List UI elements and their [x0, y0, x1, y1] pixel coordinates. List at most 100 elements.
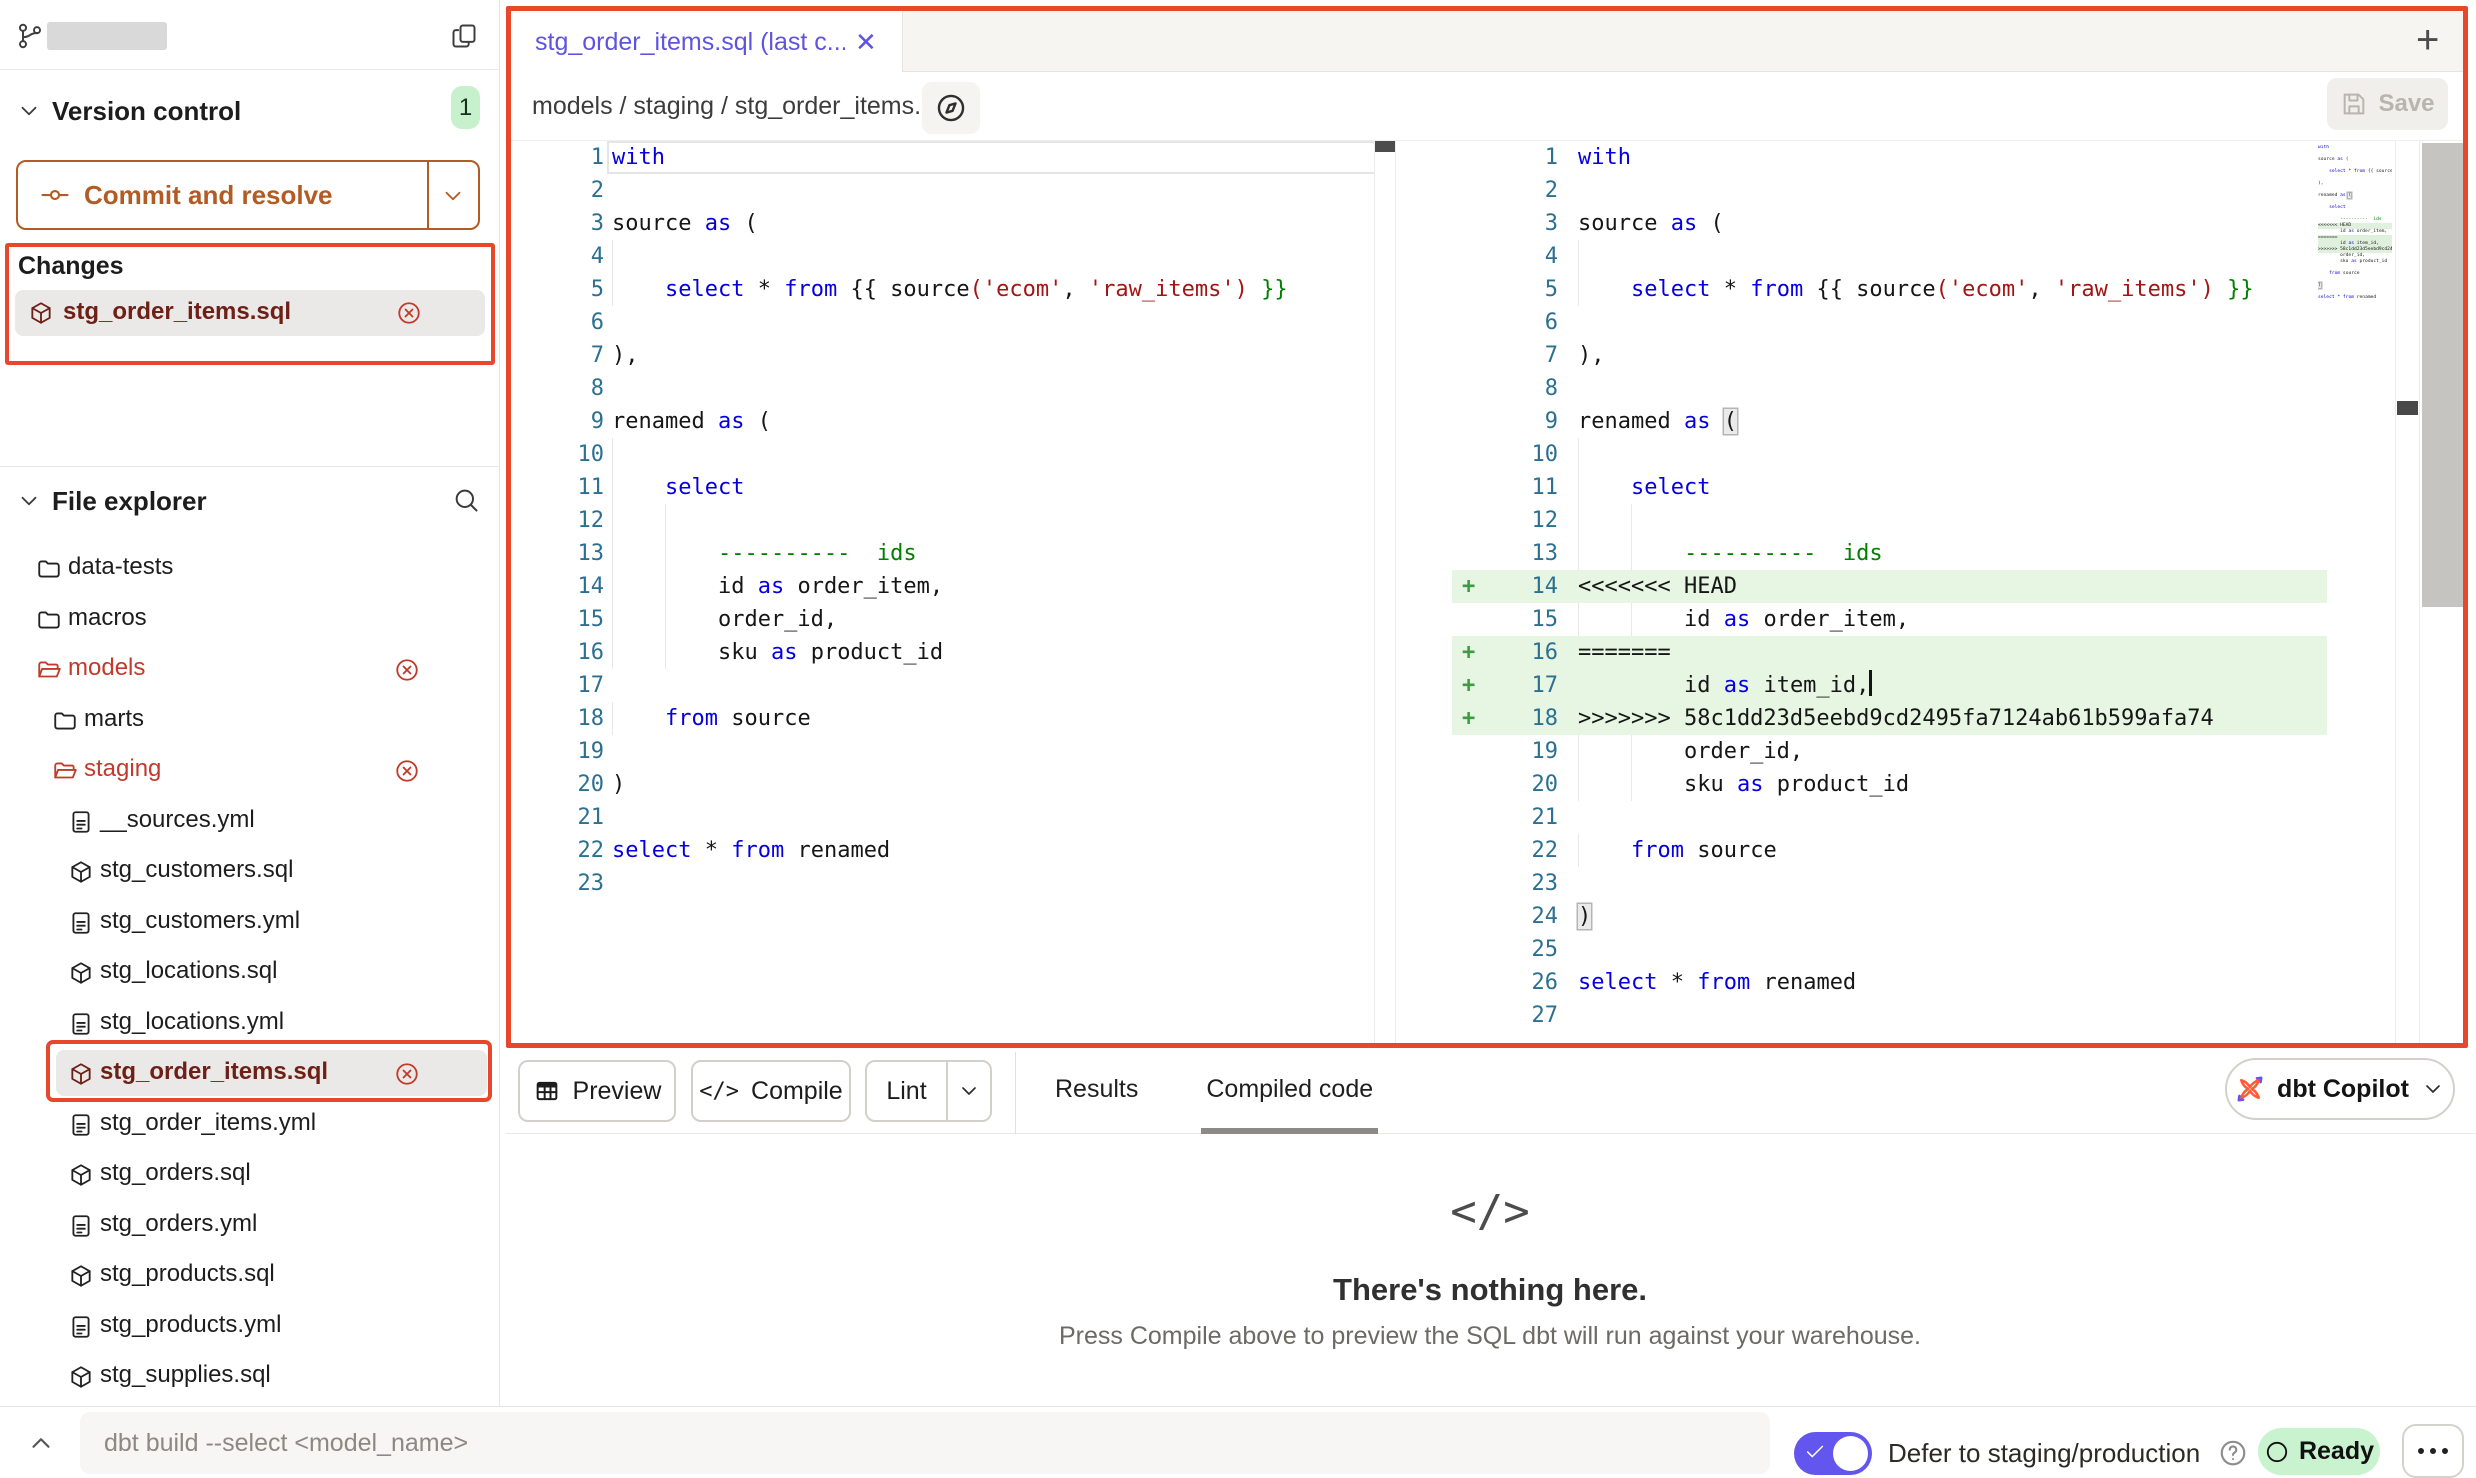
code-line-22[interactable]: 22 from source: [1452, 834, 2395, 867]
defer-toggle[interactable]: [1794, 1432, 1872, 1475]
version-control-collapse-icon[interactable]: [16, 98, 42, 124]
code-line-17[interactable]: 17: [511, 669, 1374, 702]
code-line-19[interactable]: 19: [511, 735, 1374, 768]
tab-compiled-code[interactable]: Compiled code: [1201, 1050, 1378, 1134]
code-line-11[interactable]: 11 select: [511, 471, 1374, 504]
ready-status-badge[interactable]: Ready: [2258, 1428, 2380, 1475]
code-line-8[interactable]: 8: [1452, 372, 2395, 405]
code-line-14[interactable]: 14 id as order_item,: [511, 570, 1374, 603]
code-line-9[interactable]: 9renamed as (: [1452, 405, 2395, 438]
editor-pane-left[interactable]: 1with23source as (45 select * from {{ so…: [511, 141, 1374, 900]
file-tree-item-stg_orders.sql[interactable]: stg_orders.sql: [0, 1149, 500, 1200]
code-line-2[interactable]: 2: [511, 174, 1374, 207]
code-line-4[interactable]: 4: [511, 240, 1374, 273]
code-line-5[interactable]: 5 select * from {{ source('ecom', 'raw_i…: [511, 273, 1374, 306]
code-line-13[interactable]: 13 ---------- ids: [1452, 537, 2395, 570]
file-tree-item-stg_order_items.sql[interactable]: stg_order_items.sql: [0, 1048, 500, 1099]
dbt-copilot-button[interactable]: dbt Copilot: [2225, 1058, 2455, 1120]
right-pane-scrollbar[interactable]: [2395, 141, 2420, 1043]
lineage-icon[interactable]: [922, 82, 980, 134]
discard-change-icon[interactable]: [396, 300, 422, 326]
code-line-7[interactable]: 7),: [511, 339, 1374, 372]
code-line-2[interactable]: 2: [1452, 174, 2395, 207]
code-line-16[interactable]: +16=======: [1452, 636, 2395, 669]
code-line-9[interactable]: 9renamed as (: [511, 405, 1374, 438]
compile-button[interactable]: </> Compile: [691, 1060, 851, 1122]
code-line-18[interactable]: 18 from source: [511, 702, 1374, 735]
editor-pane-right[interactable]: 1with23source as (45 select * from {{ so…: [1452, 141, 2395, 1032]
code-line-3[interactable]: 3source as (: [1452, 207, 2395, 240]
code-line-21[interactable]: 21: [511, 801, 1374, 834]
code-line-6[interactable]: 6: [1452, 306, 2395, 339]
file-tree-item-stg_products.yml[interactable]: stg_products.yml: [0, 1301, 500, 1352]
left-pane-scrollbar[interactable]: [1374, 141, 1396, 1043]
command-input[interactable]: dbt build --select <model_name>: [80, 1412, 1770, 1474]
code-line-12[interactable]: 12: [511, 504, 1374, 537]
file-tree-item-data-tests[interactable]: data-tests: [0, 543, 500, 594]
code-line-1[interactable]: 1with: [1452, 141, 2395, 174]
code-line-1[interactable]: 1with: [511, 141, 1374, 174]
save-button[interactable]: Save: [2327, 78, 2448, 130]
lint-label[interactable]: Lint: [867, 1077, 946, 1106]
lint-dropdown-icon[interactable]: [948, 1079, 990, 1103]
minimap[interactable]: with source as ( select * from {{ source…: [2318, 145, 2392, 310]
git-branch-icon[interactable]: [16, 22, 44, 50]
file-tree-item-stg_customers.sql[interactable]: stg_customers.sql: [0, 846, 500, 897]
code-line-25[interactable]: 25: [1452, 933, 2395, 966]
code-line-3[interactable]: 3source as (: [511, 207, 1374, 240]
copy-icon[interactable]: [450, 22, 478, 50]
code-line-5[interactable]: 5 select * from {{ source('ecom', 'raw_i…: [1452, 273, 2395, 306]
code-line-4[interactable]: 4: [1452, 240, 2395, 273]
tab-results[interactable]: Results: [1050, 1050, 1143, 1134]
version-control-heading[interactable]: Version control: [52, 96, 241, 127]
file-explorer-collapse-icon[interactable]: [16, 488, 42, 514]
changed-file-row[interactable]: stg_order_items.sql: [15, 290, 485, 336]
file-tree-item-stg_orders.yml[interactable]: stg_orders.yml: [0, 1200, 500, 1251]
code-line-24[interactable]: 24): [1452, 900, 2395, 933]
code-line-17[interactable]: +17 id as item_id,: [1452, 669, 2395, 702]
file-tree-item-stg_customers.yml[interactable]: stg_customers.yml: [0, 897, 500, 948]
file-tree-item-stg_locations.yml[interactable]: stg_locations.yml: [0, 998, 500, 1049]
help-icon[interactable]: [2218, 1438, 2248, 1468]
code-line-7[interactable]: 7),: [1452, 339, 2395, 372]
file-tree-item-stg_products.sql[interactable]: stg_products.sql: [0, 1250, 500, 1301]
discard-change-icon[interactable]: [394, 758, 420, 784]
file-tree-item-marts[interactable]: marts: [0, 695, 500, 746]
commit-dropdown-icon[interactable]: [440, 183, 466, 209]
file-explorer-heading[interactable]: File explorer: [52, 486, 207, 517]
code-line-26[interactable]: 26select * from renamed: [1452, 966, 2395, 999]
code-line-19[interactable]: 19 order_id,: [1452, 735, 2395, 768]
code-line-15[interactable]: 15 id as order_item,: [1452, 603, 2395, 636]
code-line-12[interactable]: 12: [1452, 504, 2395, 537]
code-line-10[interactable]: 10: [511, 438, 1374, 471]
search-icon[interactable]: [452, 486, 480, 514]
code-line-10[interactable]: 10: [1452, 438, 2395, 471]
lint-split-button[interactable]: Lint: [865, 1060, 992, 1122]
file-tree-item-models[interactable]: models: [0, 644, 500, 695]
commit-and-resolve-button[interactable]: Commit and resolve: [16, 160, 480, 230]
code-line-6[interactable]: 6: [511, 306, 1374, 339]
code-line-13[interactable]: 13 ---------- ids: [511, 537, 1374, 570]
new-tab-button[interactable]: +: [2416, 18, 2439, 63]
code-line-14[interactable]: +14<<<<<<< HEAD: [1452, 570, 2395, 603]
file-tree-item-stg_locations.sql[interactable]: stg_locations.sql: [0, 947, 500, 998]
discard-change-icon[interactable]: [394, 1061, 420, 1087]
file-tree-item-macros[interactable]: macros: [0, 594, 500, 645]
left-pane-scrollbar-thumb[interactable]: [1375, 141, 1395, 152]
code-line-16[interactable]: 16 sku as product_id: [511, 636, 1374, 669]
code-line-23[interactable]: 23: [511, 867, 1374, 900]
code-line-21[interactable]: 21: [1452, 801, 2395, 834]
more-options-button[interactable]: [2402, 1424, 2464, 1478]
code-line-27[interactable]: 27: [1452, 999, 2395, 1032]
code-line-8[interactable]: 8: [511, 372, 1374, 405]
file-tree-item-staging[interactable]: staging: [0, 745, 500, 796]
tab-close-icon[interactable]: ✕: [855, 27, 877, 58]
outer-scrollbar-thumb[interactable]: [2422, 143, 2463, 607]
preview-button[interactable]: Preview: [518, 1060, 676, 1122]
code-line-20[interactable]: 20 sku as product_id: [1452, 768, 2395, 801]
file-tree-item-stg_supplies.sql[interactable]: stg_supplies.sql: [0, 1351, 500, 1402]
code-line-15[interactable]: 15 order_id,: [511, 603, 1374, 636]
file-tree-item-__sources.yml[interactable]: __sources.yml: [0, 796, 500, 847]
right-pane-scrollbar-thumb[interactable]: [2397, 401, 2418, 415]
code-line-20[interactable]: 20): [511, 768, 1374, 801]
